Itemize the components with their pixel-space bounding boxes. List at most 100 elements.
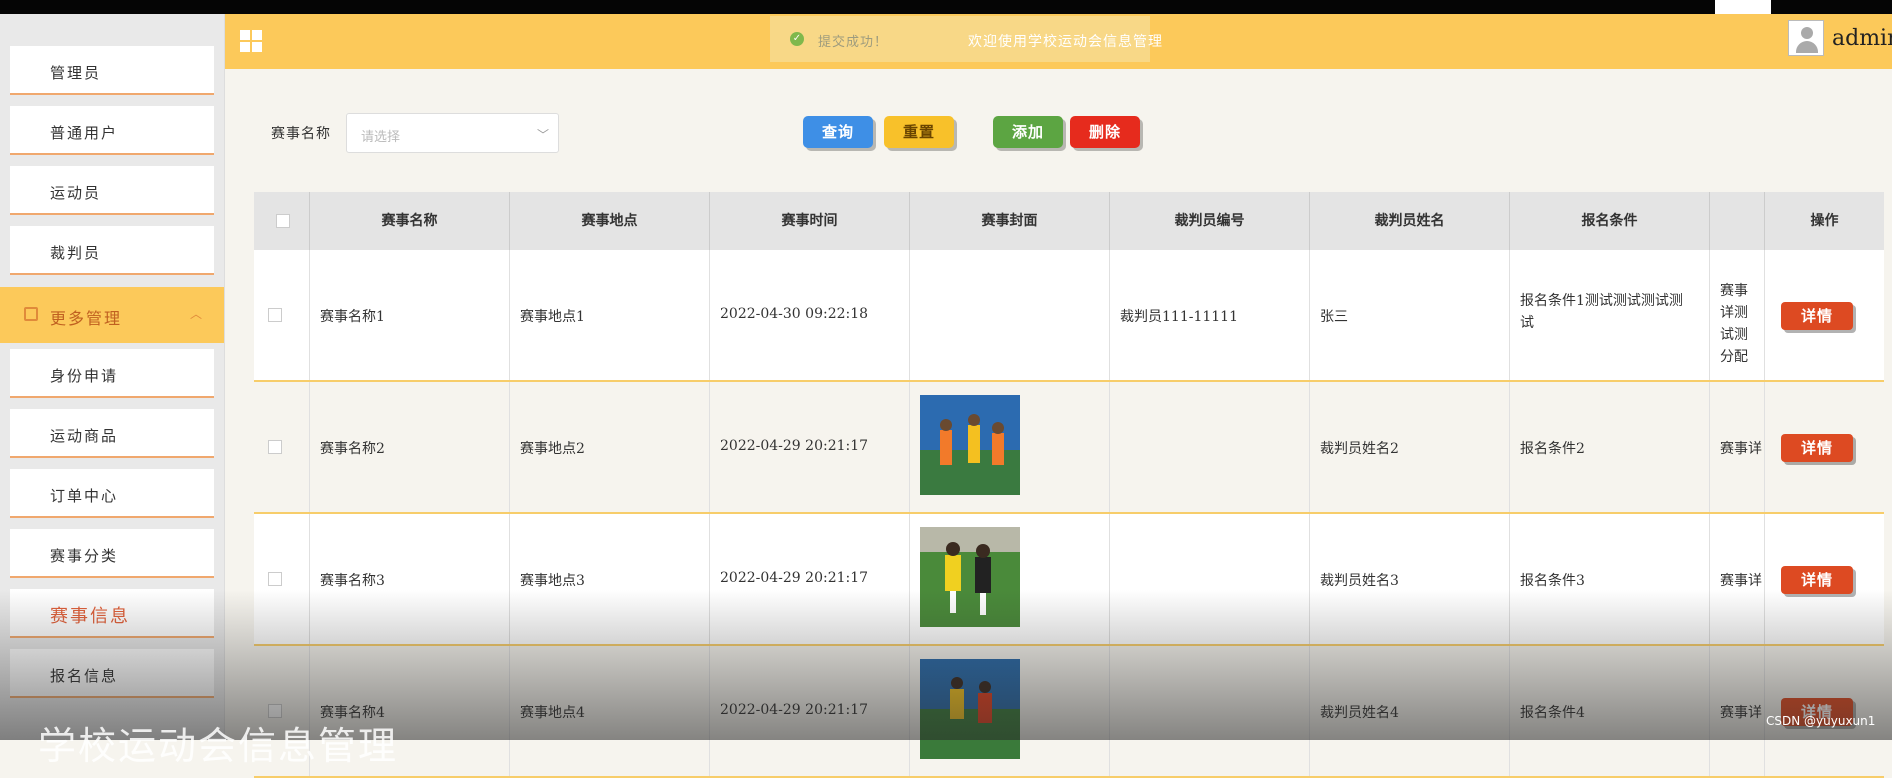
table-header: 赛事名称 赛事地点 赛事时间 赛事封面 裁判员编号 裁判员姓名 报名条件 操作 bbox=[254, 192, 1884, 250]
cell-name: 赛事名称1 bbox=[310, 250, 510, 380]
top-strip bbox=[0, 0, 1892, 14]
cell-cover bbox=[910, 646, 1110, 776]
row-select-cell bbox=[254, 514, 310, 644]
column-header: 报名条件 bbox=[1510, 192, 1710, 250]
detail-button[interactable]: 详情 bbox=[1781, 434, 1853, 462]
cell-text: 赛事名称3 bbox=[320, 573, 385, 589]
sidebar-item-orders[interactable]: 订单中心 bbox=[10, 469, 214, 518]
row-checkbox[interactable] bbox=[268, 572, 282, 586]
cell-text: 赛事详测试测分配 bbox=[1720, 283, 1748, 365]
cell-referee-name: 裁判员姓名3 bbox=[1310, 514, 1510, 644]
cell-text: 赛事地点2 bbox=[520, 441, 585, 457]
chevron-down-icon: ﹀ bbox=[537, 128, 550, 142]
sidebar-item-label: 管理员 bbox=[50, 64, 102, 82]
sidebar-item-label: 运动员 bbox=[50, 184, 102, 202]
cell-condition: 报名条件4 bbox=[1510, 646, 1710, 776]
check-circle-icon: ✓ bbox=[790, 32, 804, 46]
sidebar-item-label: 报名信息 bbox=[50, 667, 119, 685]
sidebar-item-users[interactable]: 普通用户 bbox=[10, 106, 214, 155]
sidebar-item-admin[interactable]: 管理员 bbox=[10, 46, 214, 95]
welcome-text: 欢迎使用学校运动会信息管理 bbox=[968, 34, 1163, 50]
cell-time: 2022-04-29 20:21:17 bbox=[710, 382, 910, 512]
column-header: 裁判员姓名 bbox=[1310, 192, 1510, 250]
reset-button[interactable]: 重置 bbox=[884, 116, 954, 148]
select-all-checkbox[interactable] bbox=[276, 214, 290, 228]
event-name-select[interactable]: 请选择 ﹀ bbox=[346, 113, 559, 153]
column-header: 赛事时间 bbox=[710, 192, 910, 250]
event-cover-image[interactable] bbox=[920, 395, 1020, 495]
cell-extra: 赛事详测试测分配 bbox=[1710, 250, 1765, 380]
copy-icon bbox=[24, 307, 38, 321]
column-header bbox=[1710, 192, 1765, 250]
sidebar-item-identity[interactable]: 身份申请 bbox=[10, 349, 214, 398]
sidebar-item-label: 订单中心 bbox=[50, 487, 119, 505]
cell-text: 2022-04-29 20:21:17 bbox=[720, 570, 869, 586]
filter-label: 赛事名称 bbox=[271, 126, 331, 142]
cell-referee-name: 张三 bbox=[1310, 250, 1510, 380]
select-placeholder: 请选择 bbox=[361, 130, 401, 145]
cell-text: 报名条件1测试测试测试测试 bbox=[1520, 293, 1683, 331]
avatar[interactable] bbox=[1788, 20, 1824, 56]
cell-text: 报名条件3 bbox=[1520, 573, 1585, 589]
detail-button[interactable]: 详情 bbox=[1781, 302, 1853, 330]
video-subtitle: 学校运动会信息管理 bbox=[38, 724, 399, 768]
detail-button[interactable]: 详情 bbox=[1781, 566, 1853, 594]
cell-cover bbox=[910, 382, 1110, 512]
sidebar-item-label: 赛事分类 bbox=[50, 547, 119, 565]
cell-text: 张三 bbox=[1320, 309, 1348, 325]
cell-action: 详情 bbox=[1765, 646, 1884, 776]
sidebar-item-categories[interactable]: 赛事分类 bbox=[10, 529, 214, 578]
add-button[interactable]: 添加 bbox=[993, 116, 1063, 148]
sidebar-item-events[interactable]: 赛事信息 bbox=[10, 589, 214, 638]
row-select-cell bbox=[254, 250, 310, 380]
sidebar-item-registrations[interactable]: 报名信息 bbox=[10, 649, 214, 698]
sidebar-item-label: 身份申请 bbox=[50, 367, 119, 385]
cell-text: 裁判员姓名4 bbox=[1320, 705, 1399, 721]
cell-text: 赛事详 bbox=[1720, 705, 1762, 721]
cell-location: 赛事地点1 bbox=[510, 250, 710, 380]
cell-time: 2022-04-29 20:21:17 bbox=[710, 646, 910, 776]
row-checkbox[interactable] bbox=[268, 308, 282, 322]
cell-time: 2022-04-29 20:21:17 bbox=[710, 514, 910, 644]
cell-text: 赛事地点4 bbox=[520, 705, 585, 721]
event-cover-image[interactable] bbox=[920, 659, 1020, 759]
cell-text: 赛事名称2 bbox=[320, 441, 385, 457]
table-row: 赛事名称4 赛事地点4 2022-04-29 20:21:17 裁判员姓名4 报… bbox=[254, 646, 1884, 778]
cell-text: 2022-04-29 20:21:17 bbox=[720, 438, 869, 454]
cell-location: 赛事地点2 bbox=[510, 382, 710, 512]
cell-condition: 报名条件3 bbox=[1510, 514, 1710, 644]
event-cover-image[interactable] bbox=[920, 527, 1020, 627]
cell-extra: 赛事详 bbox=[1710, 514, 1765, 644]
cell-condition: 报名条件2 bbox=[1510, 382, 1710, 512]
delete-button[interactable]: 删除 bbox=[1070, 116, 1140, 148]
sidebar-item-athletes[interactable]: 运动员 bbox=[10, 166, 214, 215]
column-header: 赛事名称 bbox=[310, 192, 510, 250]
cell-text: 赛事地点3 bbox=[520, 573, 585, 589]
cell-cover bbox=[910, 250, 1110, 380]
column-header: 赛事封面 bbox=[910, 192, 1110, 250]
chevron-up-icon: ︿ bbox=[190, 307, 205, 321]
row-checkbox[interactable] bbox=[268, 440, 282, 454]
cell-text: 赛事详 bbox=[1720, 441, 1762, 457]
cell-cover bbox=[910, 514, 1110, 644]
column-header: 裁判员编号 bbox=[1110, 192, 1310, 250]
cell-location: 赛事地点4 bbox=[510, 646, 710, 776]
grid-menu-icon[interactable] bbox=[240, 30, 262, 52]
sidebar-item-label: 运动商品 bbox=[50, 427, 119, 445]
search-button[interactable]: 查询 bbox=[803, 116, 873, 148]
cell-text: 赛事名称1 bbox=[320, 309, 385, 325]
cell-text: 报名条件4 bbox=[1520, 705, 1585, 721]
cell-referee-name: 裁判员姓名4 bbox=[1310, 646, 1510, 776]
cell-condition: 报名条件1测试测试测试测试 bbox=[1510, 250, 1710, 380]
cell-referee-name: 裁判员姓名2 bbox=[1310, 382, 1510, 512]
username[interactable]: admin bbox=[1832, 26, 1892, 51]
column-header: 操作 bbox=[1810, 213, 1839, 229]
cell-time: 2022-04-30 09:22:18 bbox=[710, 250, 910, 380]
watermark: CSDN @yuyuxun1 bbox=[1766, 714, 1876, 728]
sidebar-group-more[interactable]: 更多管理 ︿ bbox=[0, 287, 224, 343]
sidebar-item-referees[interactable]: 裁判员 bbox=[10, 226, 214, 275]
cell-action: 详情 bbox=[1765, 514, 1884, 644]
sidebar-item-goods[interactable]: 运动商品 bbox=[10, 409, 214, 458]
cell-action: 详情 bbox=[1765, 250, 1884, 380]
cell-referee-no bbox=[1110, 646, 1310, 776]
